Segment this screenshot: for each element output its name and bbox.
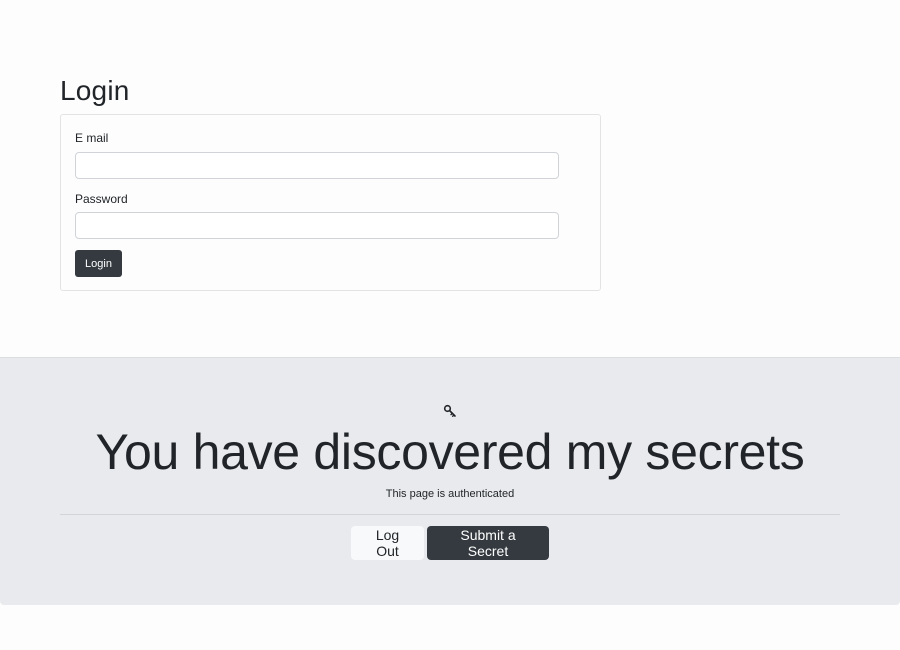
password-field[interactable] <box>75 212 559 239</box>
key-icon <box>443 404 457 418</box>
hero-button-row: Log Out Submit a Secret <box>0 526 900 560</box>
jumbotron: You have discovered my secrets This page… <box>0 357 900 605</box>
page: Login E mail Password Login You have dis… <box>0 0 900 650</box>
login-section: Login E mail Password Login <box>60 72 601 291</box>
login-title: Login <box>60 75 130 106</box>
password-label: Password <box>75 192 128 206</box>
submit-secret-button[interactable]: Submit a Secret <box>427 526 549 560</box>
hero-subtitle: This page is authenticated <box>385 488 515 500</box>
login-card: E mail Password Login <box>60 114 601 291</box>
logout-button[interactable]: Log Out <box>351 526 424 560</box>
email-field[interactable] <box>75 152 559 179</box>
login-button[interactable]: Login <box>75 250 122 277</box>
divider <box>60 514 840 515</box>
email-label: E mail <box>75 131 109 145</box>
hero-title: You have discovered my secrets <box>95 424 805 480</box>
